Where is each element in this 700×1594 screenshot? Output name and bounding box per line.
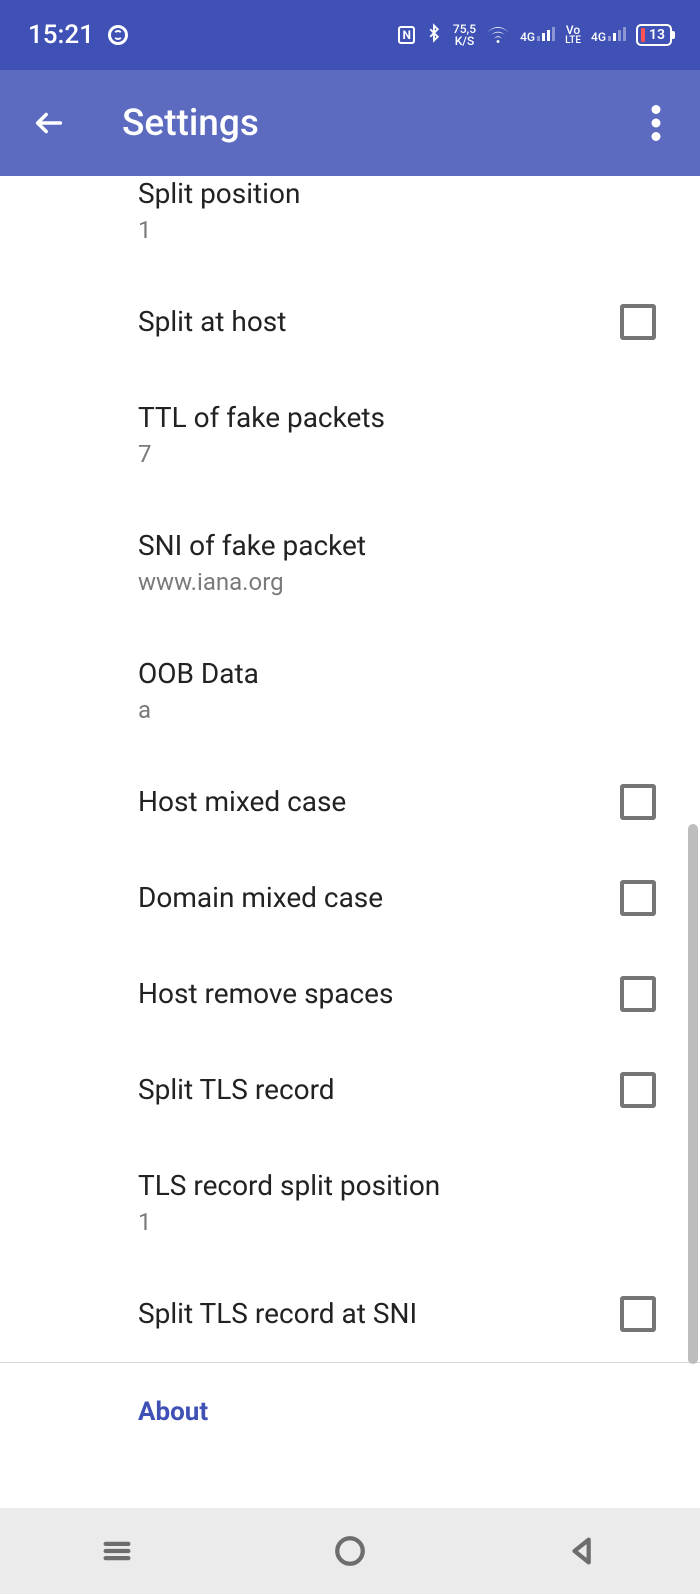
wifi-icon xyxy=(486,23,510,48)
pref-host-remove-spaces[interactable]: Host remove spaces xyxy=(0,946,700,1042)
back-button[interactable] xyxy=(28,102,70,144)
nav-home-button[interactable] xyxy=(330,1531,370,1571)
pref-value: 1 xyxy=(138,1208,672,1236)
signal-1: 4G xyxy=(520,27,555,43)
pref-title: TLS record split position xyxy=(138,1168,672,1204)
clock-text: 15:21 xyxy=(28,20,94,50)
checkbox[interactable] xyxy=(620,976,656,1012)
checkbox[interactable] xyxy=(620,1296,656,1332)
checkbox[interactable] xyxy=(620,1072,656,1108)
pref-host-mixed-case[interactable]: Host mixed case xyxy=(0,754,700,850)
pref-title: OOB Data xyxy=(138,656,672,692)
network-speed: 75,5 K/S xyxy=(453,23,476,47)
pref-ttl-fake-packets[interactable]: TTL of fake packets 7 xyxy=(0,370,700,498)
pref-title: Host remove spaces xyxy=(138,976,600,1012)
settings-list: Split position 1 Split at host TTL of fa… xyxy=(0,176,700,1508)
pref-title: Split TLS record xyxy=(138,1072,600,1108)
pref-value: a xyxy=(138,696,672,724)
pref-title: Split at host xyxy=(138,304,600,340)
pref-oob-data[interactable]: OOB Data a xyxy=(0,626,700,754)
signal-2: 4G xyxy=(591,27,626,43)
status-bar: 15:21 N 75,5 K/S 4G xyxy=(0,0,700,70)
pref-value: 7 xyxy=(138,440,672,468)
pref-tls-split-position[interactable]: TLS record split position 1 xyxy=(0,1138,700,1266)
pref-title: Split position xyxy=(138,176,672,212)
compass-icon xyxy=(108,25,128,45)
scrollbar[interactable] xyxy=(688,824,698,1364)
section-about[interactable]: About xyxy=(0,1363,700,1457)
checkbox[interactable] xyxy=(620,304,656,340)
pref-title: TTL of fake packets xyxy=(138,400,672,436)
pref-title: Domain mixed case xyxy=(138,880,600,916)
pref-value: 1 xyxy=(138,216,672,244)
pref-title: Host mixed case xyxy=(138,784,600,820)
nav-recent-button[interactable] xyxy=(97,1531,137,1571)
system-nav-bar xyxy=(0,1508,700,1594)
volte-icon: Vo LTE xyxy=(565,24,581,46)
pref-sni-fake-packet[interactable]: SNI of fake packet www.iana.org xyxy=(0,498,700,626)
checkbox[interactable] xyxy=(620,880,656,916)
pref-value: www.iana.org xyxy=(138,568,672,596)
pref-title: Split TLS record at SNI xyxy=(138,1296,600,1332)
bluetooth-icon xyxy=(425,22,443,49)
nfc-icon: N xyxy=(398,26,414,44)
pref-title: SNI of fake packet xyxy=(138,528,672,564)
battery-indicator: 13 xyxy=(636,24,672,46)
pref-split-tls-at-sni[interactable]: Split TLS record at SNI xyxy=(0,1266,700,1362)
page-title: Settings xyxy=(122,102,259,145)
pref-split-at-host[interactable]: Split at host xyxy=(0,274,700,370)
pref-domain-mixed-case[interactable]: Domain mixed case xyxy=(0,850,700,946)
checkbox[interactable] xyxy=(620,784,656,820)
pref-split-tls-record[interactable]: Split TLS record xyxy=(0,1042,700,1138)
pref-split-position[interactable]: Split position 1 xyxy=(0,176,700,274)
nav-back-button[interactable] xyxy=(563,1531,603,1571)
app-bar: Settings xyxy=(0,70,700,176)
overflow-menu-button[interactable] xyxy=(640,103,672,143)
about-header: About xyxy=(138,1397,672,1427)
